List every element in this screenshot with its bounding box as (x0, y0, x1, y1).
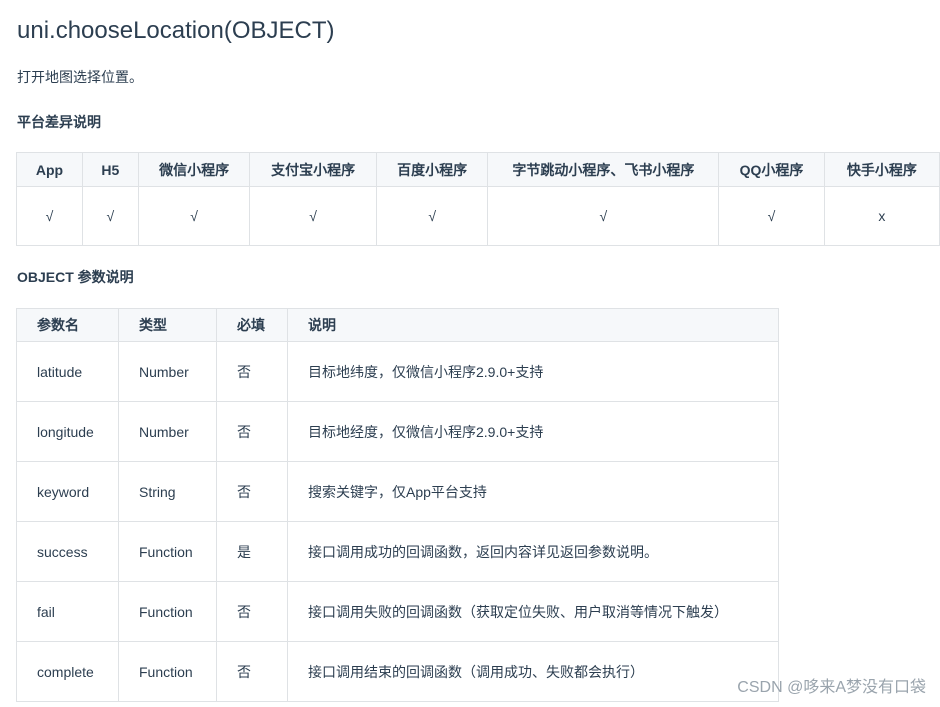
param-name: keyword (16, 461, 119, 522)
platform-support-row: √ √ √ √ √ √ √ x (16, 186, 940, 246)
table-row: complete Function 否 接口调用结束的回调函数（调用成功、失败都… (16, 641, 779, 702)
platform-value-bytedance: √ (487, 186, 720, 246)
param-type: Function (118, 521, 217, 582)
param-description: 接口调用失败的回调函数（获取定位失败、用户取消等情况下触发） (287, 581, 779, 642)
param-description: 搜索关键字，仅App平台支持 (287, 461, 779, 522)
platform-header-h5: H5 (81, 152, 139, 187)
param-name: complete (16, 641, 119, 702)
param-required: 是 (216, 521, 288, 582)
params-header-description: 说明 (287, 308, 779, 342)
param-type: String (118, 461, 217, 522)
param-type: Function (118, 641, 217, 702)
platform-heading: 平台差异说明 (17, 114, 101, 130)
platform-value-baidu: √ (375, 186, 489, 246)
param-required: 否 (216, 461, 288, 522)
param-description: 目标地纬度，仅微信小程序2.9.0+支持 (287, 341, 779, 402)
param-description: 接口调用成功的回调函数，返回内容详见返回参数说明。 (287, 521, 779, 582)
params-table: 参数名 类型 必填 说明 latitude Number 否 目标地纬度，仅微信… (16, 308, 779, 702)
watermark: CSDN @哆来A梦没有口袋 (737, 679, 926, 696)
param-required: 否 (216, 581, 288, 642)
platform-table-container: App H5 微信小程序 支付宝小程序 百度小程序 字节跳动小程序、飞书小程序 … (0, 150, 940, 250)
table-row: fail Function 否 接口调用失败的回调函数（获取定位失败、用户取消等… (16, 581, 779, 642)
table-row: success Function 是 接口调用成功的回调函数，返回内容详见返回参… (16, 521, 779, 582)
param-description: 目标地经度，仅微信小程序2.9.0+支持 (287, 401, 779, 462)
param-name: fail (16, 581, 119, 642)
table-row: latitude Number 否 目标地纬度，仅微信小程序2.9.0+支持 (16, 341, 779, 402)
platform-header-weixin: 微信小程序 (137, 152, 251, 187)
platform-table: App H5 微信小程序 支付宝小程序 百度小程序 字节跳动小程序、飞书小程序 … (16, 152, 940, 246)
platform-header-kuaishou: 快手小程序 (823, 152, 940, 187)
table-row: longitude Number 否 目标地经度，仅微信小程序2.9.0+支持 (16, 401, 779, 462)
platform-value-app: √ (16, 186, 83, 246)
param-required: 否 (216, 341, 288, 402)
platform-value-qq: √ (718, 186, 825, 246)
params-header-required: 必填 (216, 308, 288, 342)
platform-header-qq: QQ小程序 (718, 152, 825, 187)
platform-header-baidu: 百度小程序 (375, 152, 489, 187)
intro-text: 打开地图选择位置。 (17, 69, 143, 85)
object-params-heading: OBJECT 参数说明 (17, 269, 134, 285)
param-required: 否 (216, 641, 288, 702)
page-title: uni.chooseLocation(OBJECT) (17, 17, 335, 44)
param-required: 否 (216, 401, 288, 462)
platform-value-alipay: √ (249, 186, 377, 246)
platform-value-h5: √ (81, 186, 139, 246)
platform-value-kuaishou: x (823, 186, 940, 246)
params-header-type: 类型 (118, 308, 217, 342)
params-header-name: 参数名 (16, 308, 119, 342)
param-name: success (16, 521, 119, 582)
param-name: latitude (16, 341, 119, 402)
param-type: Number (118, 341, 217, 402)
param-name: longitude (16, 401, 119, 462)
param-description: 接口调用结束的回调函数（调用成功、失败都会执行） (287, 641, 779, 702)
table-row: keyword String 否 搜索关键字，仅App平台支持 (16, 461, 779, 522)
platform-header-alipay: 支付宝小程序 (249, 152, 377, 187)
param-type: Function (118, 581, 217, 642)
platform-value-weixin: √ (137, 186, 251, 246)
param-type: Number (118, 401, 217, 462)
platform-header-app: App (16, 152, 83, 187)
platform-header-bytedance: 字节跳动小程序、飞书小程序 (487, 152, 720, 187)
